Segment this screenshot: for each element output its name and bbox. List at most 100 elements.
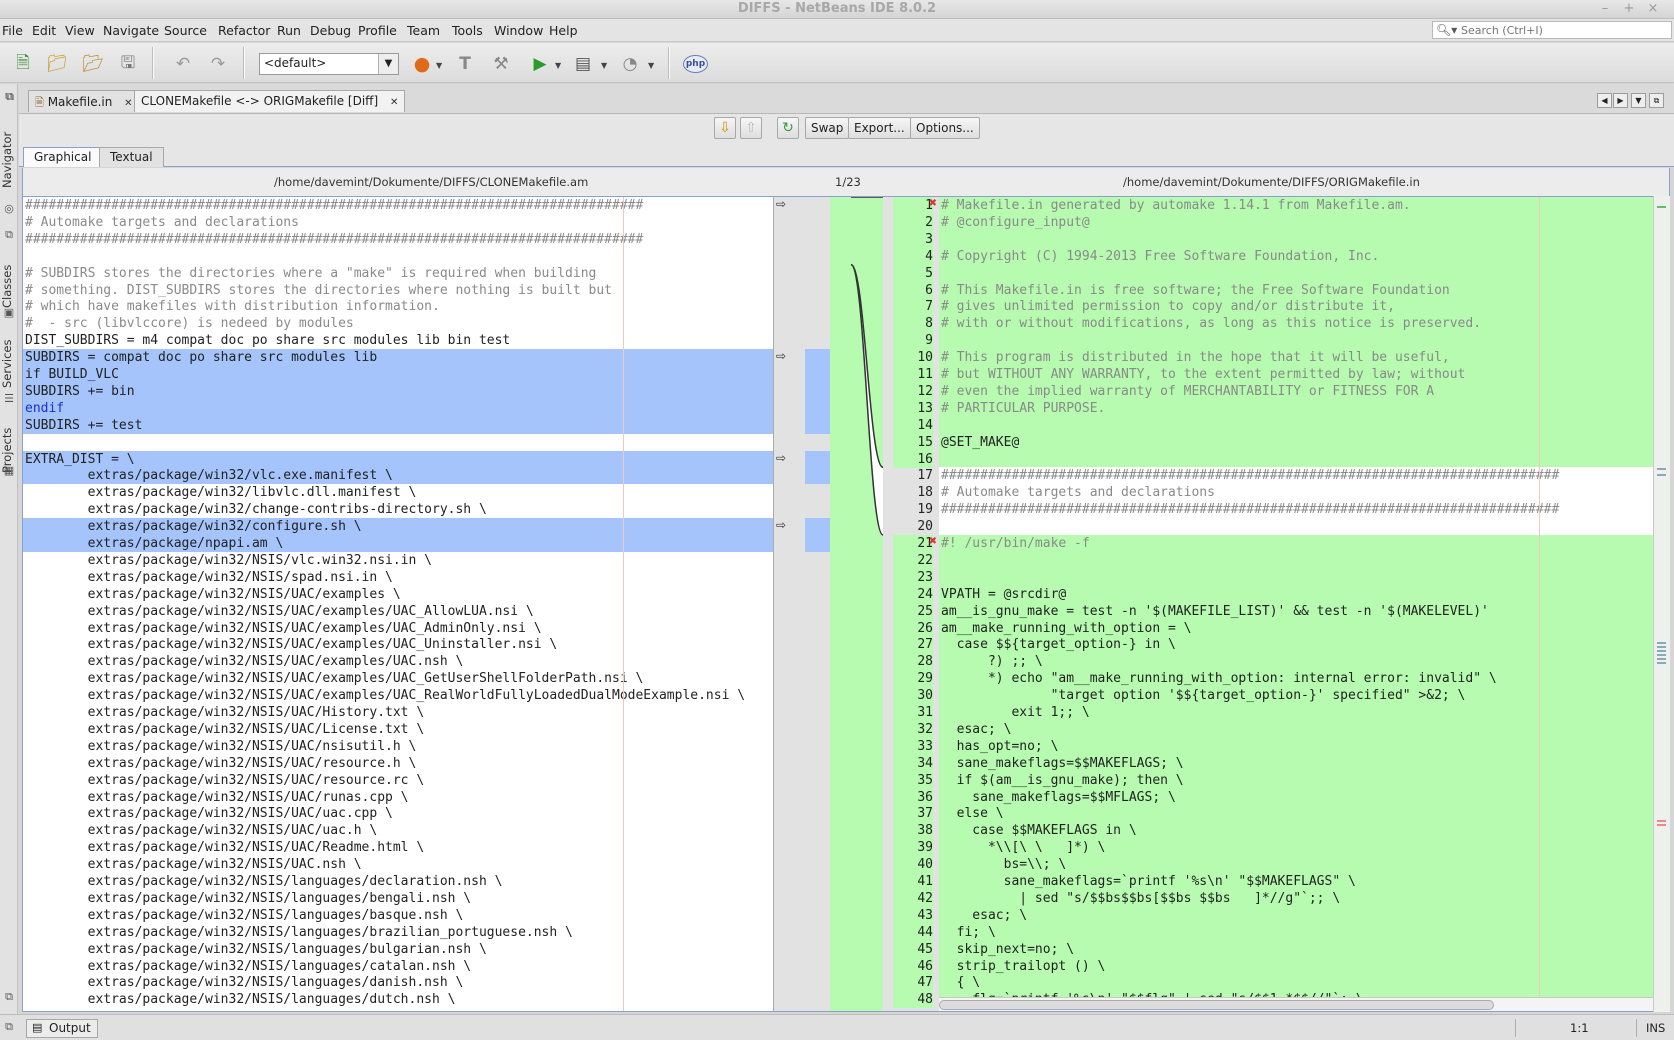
- search-icon: 🔍︎▾: [1436, 23, 1458, 37]
- options-button[interactable]: Options...: [910, 117, 980, 139]
- merge-arrow-icon[interactable]: ⇨: [776, 451, 786, 465]
- restore-window-icon[interactable]: ⧉: [2, 990, 16, 1004]
- menu-run[interactable]: Run: [277, 23, 301, 38]
- clean-build-icon[interactable]: ⚒: [488, 51, 514, 77]
- right-line-number: 24: [893, 585, 933, 603]
- close-window-button[interactable]: ×: [1642, 0, 1664, 18]
- right-code-line: *\\[\ \ ]*) \: [939, 839, 1655, 857]
- open-project-icon[interactable]: 📂︎: [80, 51, 106, 77]
- menu-view[interactable]: View: [65, 23, 95, 38]
- menu-debug[interactable]: Debug: [310, 23, 351, 38]
- right-code-text: *\\[\ \ ]*) \: [941, 840, 1106, 856]
- chevron-down-icon[interactable]: ▼: [648, 61, 654, 70]
- left-code-text: # something. DIST_SUBDIRS stores the dir…: [25, 282, 612, 298]
- right-line-number: 23: [893, 568, 933, 586]
- tab-graphical[interactable]: Graphical: [23, 147, 103, 167]
- right-line-number: 20: [917, 519, 933, 535]
- php-icon[interactable]: php: [683, 55, 708, 73]
- stripe-mark[interactable]: [1657, 474, 1666, 476]
- export-button[interactable]: Export...: [848, 117, 911, 139]
- tab-textual[interactable]: Textual: [99, 147, 164, 167]
- merge-arrow-icon[interactable]: ⇨: [776, 518, 786, 532]
- chevron-down-icon[interactable]: ▼: [555, 61, 561, 70]
- menu-help[interactable]: Help: [549, 23, 578, 38]
- left-code-text: SUBDIRS += test: [25, 417, 143, 433]
- tab-diff[interactable]: CLONEMakefile <-> ORIGMakefile [Diff] ✕: [134, 90, 406, 112]
- close-icon[interactable]: ✕: [124, 98, 132, 109]
- restore-window-icon[interactable]: ⧉: [2, 1020, 16, 1034]
- right-editor-pane[interactable]: # Makefile.in generated by automake 1.14…: [939, 197, 1655, 997]
- merge-arrow-icon[interactable]: ⇨: [776, 349, 786, 363]
- scroll-tabs-right-icon[interactable]: ▶: [1613, 93, 1628, 108]
- remove-change-icon[interactable]: ✖: [929, 198, 937, 209]
- restore-window-icon[interactable]: ⧉: [3, 90, 17, 104]
- horizontal-scrollbar[interactable]: [939, 997, 1655, 1011]
- save-all-icon[interactable]: 🖫︎: [115, 51, 141, 77]
- left-code-text: extras/package/win32/vlc.exe.manifest \: [25, 468, 393, 484]
- previous-difference-icon[interactable]: ⇧: [740, 117, 762, 139]
- right-line-number: 40: [893, 856, 933, 874]
- right-line-number: 7: [893, 298, 933, 316]
- swap-button[interactable]: Swap: [805, 117, 850, 139]
- browser-firefox-icon[interactable]: ●: [409, 51, 435, 77]
- sidebar-tab-services[interactable]: Services: [0, 332, 18, 396]
- new-project-icon[interactable]: 📁︎: [44, 51, 70, 77]
- left-code-line: # - src (libvlccore) is nedeed by module…: [23, 315, 773, 333]
- show-opened-documents-icon[interactable]: ▼: [1631, 93, 1646, 108]
- right-margin-line: [1539, 197, 1540, 997]
- scroll-tabs-left-icon[interactable]: ◀: [1597, 93, 1612, 108]
- maximize-window-icon[interactable]: ⧉: [1649, 93, 1664, 108]
- sidebar-tab-navigator[interactable]: Navigator: [0, 120, 18, 200]
- left-code-text: extras/package/win32/NSIS/UAC.nsh \: [25, 857, 362, 873]
- left-code-text: extras/package/win32/libvlc.dll.manifest…: [25, 485, 417, 501]
- close-icon[interactable]: ✕: [390, 97, 398, 108]
- undo-icon[interactable]: ↶: [170, 51, 196, 77]
- menu-refactor[interactable]: Refactor: [218, 23, 270, 38]
- menu-tools[interactable]: Tools: [452, 23, 483, 38]
- menu-edit[interactable]: Edit: [32, 23, 56, 38]
- menu-profile[interactable]: Profile: [358, 23, 397, 38]
- next-difference-icon[interactable]: ⇩: [714, 117, 736, 139]
- menu-navigate[interactable]: Navigate: [103, 23, 159, 38]
- right-file-path: /home/davemint/Dokumente/DIFFS/ORIGMakef…: [1123, 175, 1420, 189]
- chevron-down-icon[interactable]: ▼: [436, 61, 442, 70]
- menu-source[interactable]: Source: [164, 23, 207, 38]
- right-line-number: 25: [893, 602, 933, 620]
- run-icon[interactable]: ▶: [527, 51, 553, 77]
- menu-team[interactable]: Team: [407, 23, 440, 38]
- right-code-line: else \: [939, 805, 1655, 823]
- search-input[interactable]: [1461, 23, 1666, 37]
- output-tab[interactable]: ▤ Output: [26, 1019, 98, 1038]
- refresh-diff-icon[interactable]: ↻: [777, 117, 799, 139]
- right-line-number: 31: [893, 704, 933, 721]
- left-code-text: extras/package/win32/NSIS/languages/braz…: [25, 924, 573, 940]
- debug-icon[interactable]: ▤: [570, 51, 596, 77]
- left-code-line: SUBDIRS += bin: [23, 382, 773, 400]
- error-stripe[interactable]: [1653, 196, 1670, 1012]
- left-code-line: # Automake targets and declarations: [23, 213, 773, 231]
- stripe-mark[interactable]: [1657, 820, 1666, 828]
- configuration-select[interactable]: <default> ▼: [259, 53, 399, 75]
- stripe-mark[interactable]: [1657, 642, 1666, 664]
- stripe-mark[interactable]: [1657, 206, 1666, 208]
- minimize-button[interactable]: –: [1594, 0, 1616, 18]
- maximize-button[interactable]: +: [1618, 0, 1640, 18]
- remove-change-icon[interactable]: ✖: [929, 536, 937, 547]
- scrollbar-thumb[interactable]: [939, 1000, 1494, 1010]
- redo-icon[interactable]: ↷: [205, 51, 231, 77]
- right-code-text: exit 1;; \: [941, 705, 1090, 720]
- stripe-mark[interactable]: [1657, 468, 1666, 470]
- left-editor-pane[interactable]: ########################################…: [23, 197, 773, 1011]
- tab-makefile-in[interactable]: 🗎︎ Makefile.in ✕: [28, 90, 140, 112]
- quick-search[interactable]: 🔍︎▾: [1432, 21, 1672, 39]
- profile-icon[interactable]: ◔: [617, 51, 643, 77]
- restore-window-icon[interactable]: ⧉: [2, 228, 16, 242]
- chevron-down-icon[interactable]: ▼: [601, 61, 607, 70]
- right-line-number: 14: [893, 416, 933, 434]
- left-file-path: /home/davemint/Dokumente/DIFFS/CLONEMake…: [274, 175, 589, 189]
- new-file-icon[interactable]: 🗎︎: [10, 51, 36, 77]
- build-hammer-icon[interactable]: T: [452, 51, 478, 77]
- menu-window[interactable]: Window: [494, 23, 543, 38]
- menu-file[interactable]: File: [2, 23, 23, 38]
- merge-arrow-icon[interactable]: ⇨: [776, 197, 786, 211]
